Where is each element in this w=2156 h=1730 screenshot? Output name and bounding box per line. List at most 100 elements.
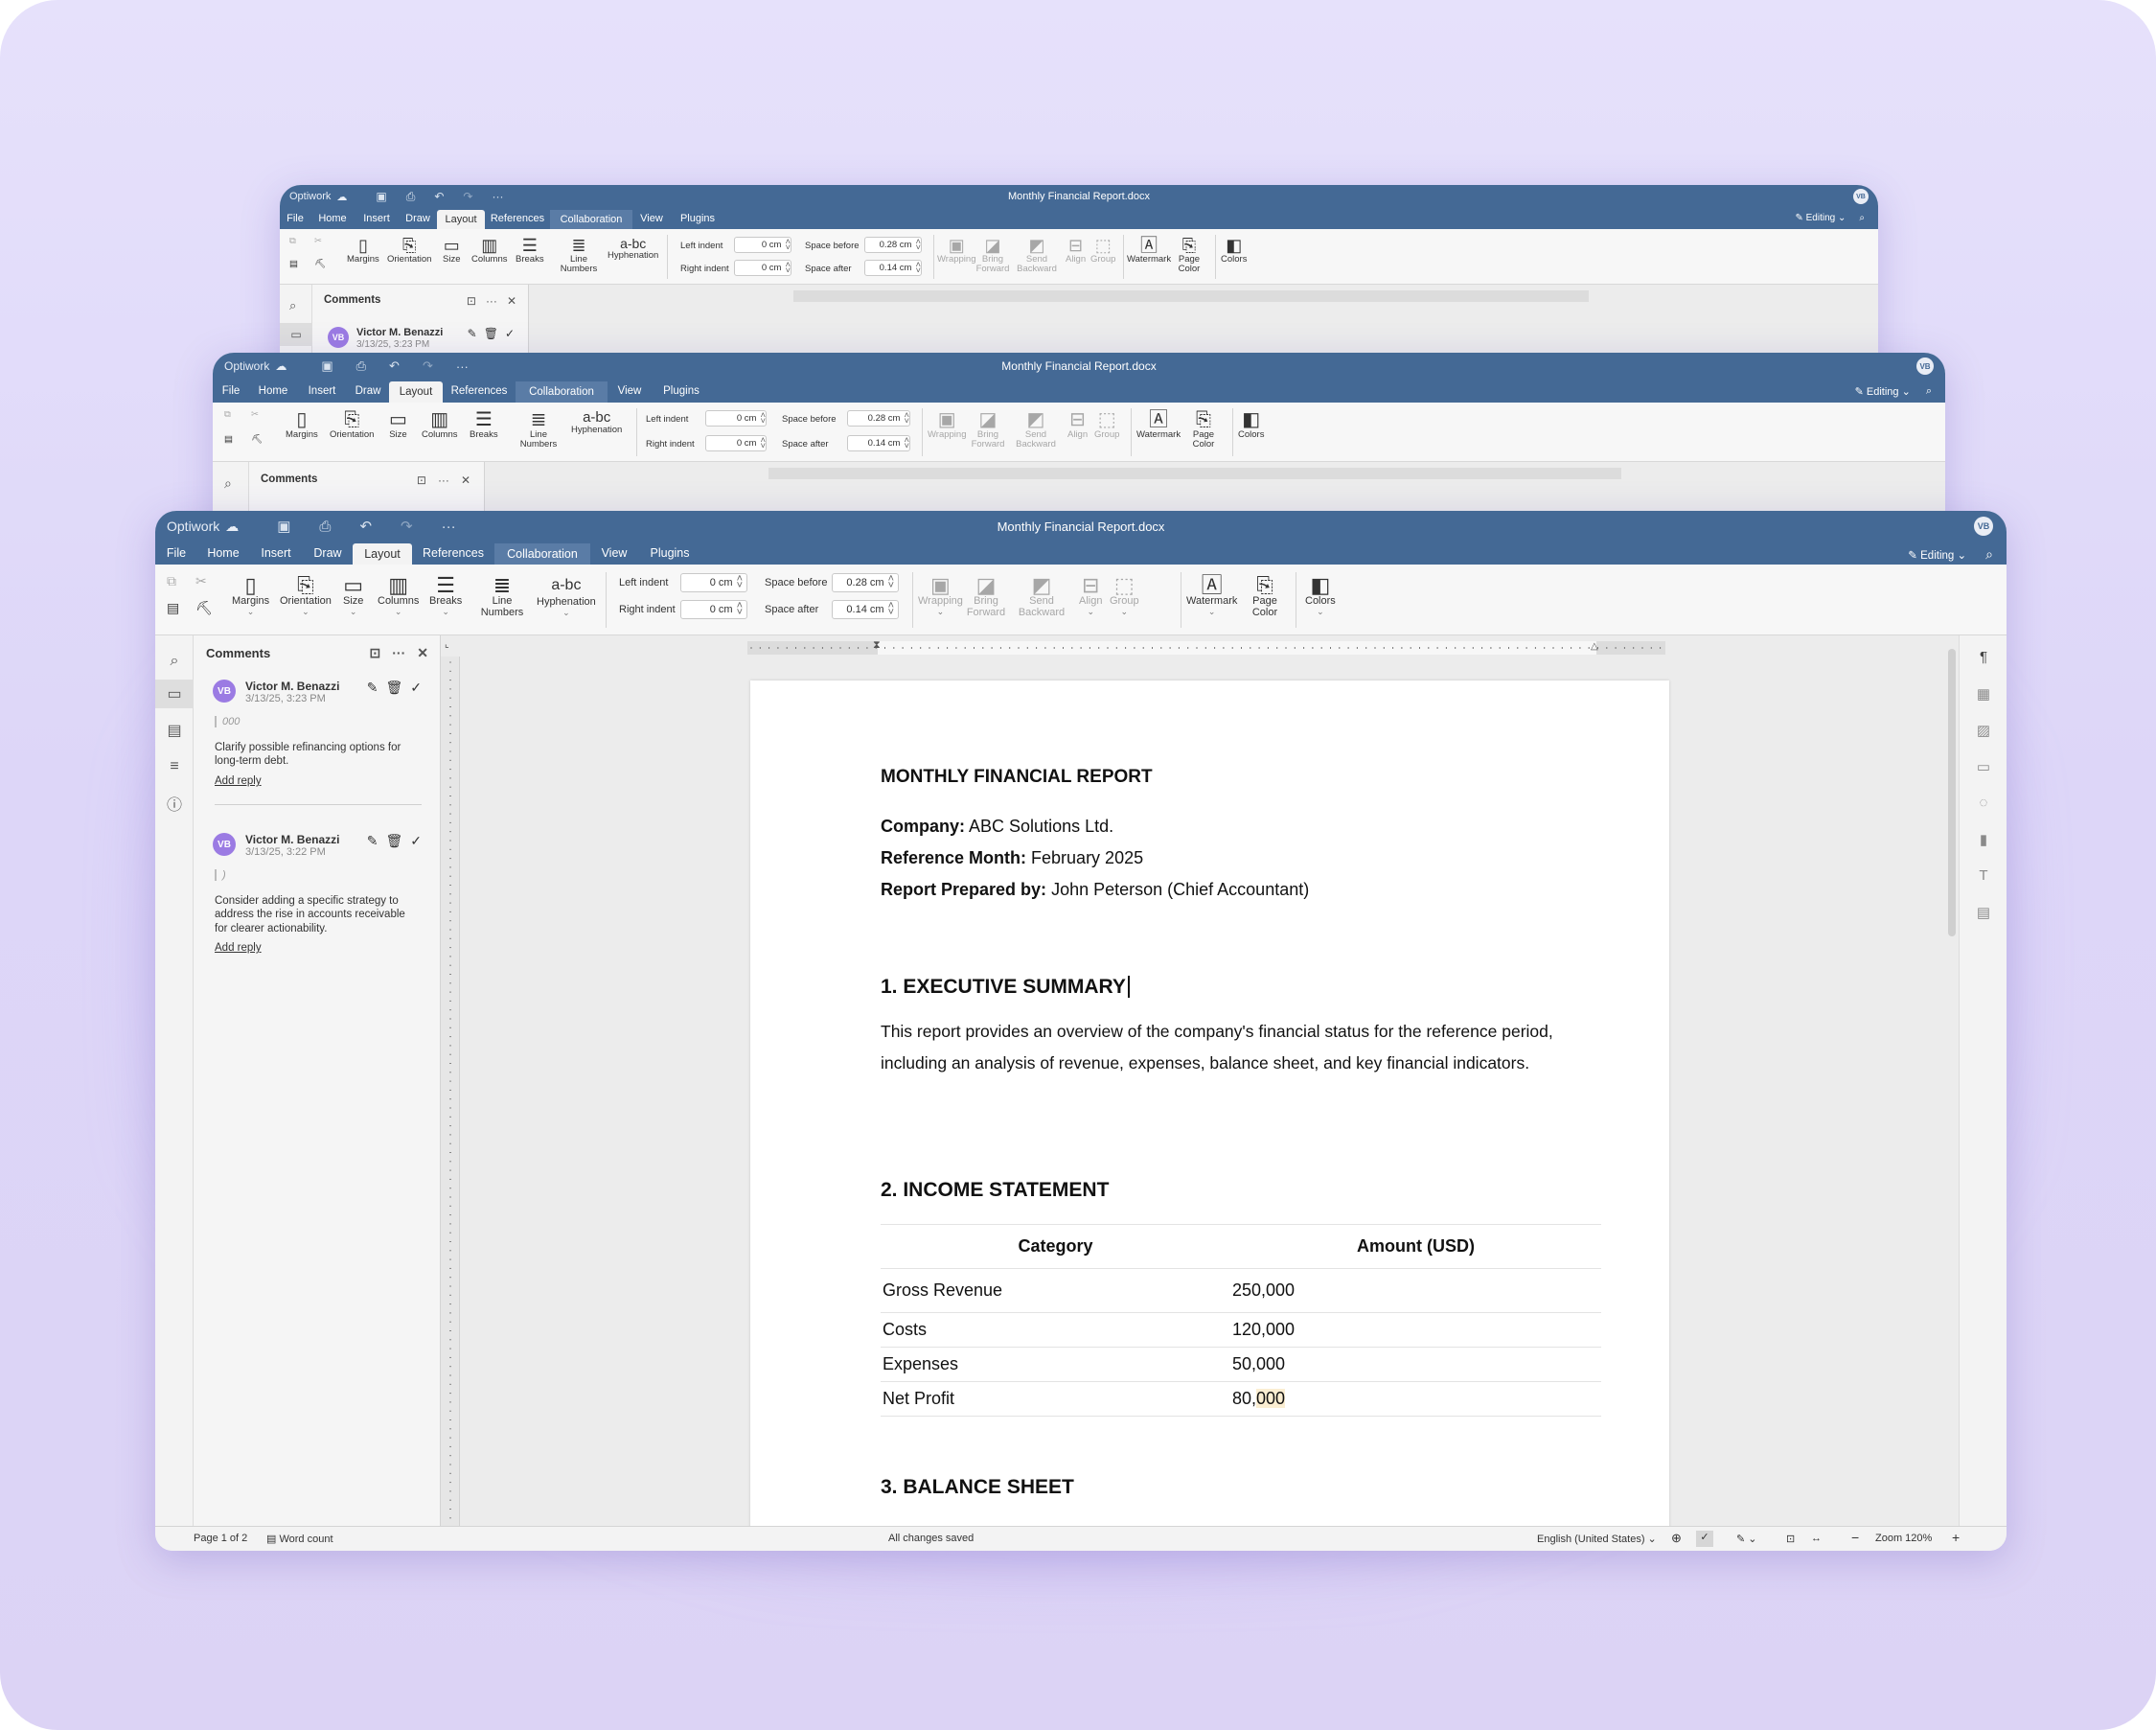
orientation-button[interactable]: ⎘ Orientation ⌄ <box>280 574 332 616</box>
comments-icon[interactable]: ▭ <box>280 323 312 346</box>
search-icon[interactable]: ⌕ <box>289 298 296 313</box>
fit-page-icon[interactable]: ⊡ <box>1786 1533 1795 1545</box>
paste-icon[interactable]: ▤ <box>224 435 233 445</box>
cut-icon[interactable]: ✂ <box>195 574 207 588</box>
watermark-button[interactable]: 🄰 Watermark ⌄ <box>1186 574 1237 616</box>
left-indent-field[interactable]: 0 cm ˄ ˅ <box>680 573 747 592</box>
track-changes-icon[interactable]: ✎ ⌄ <box>1736 1533 1757 1545</box>
menu-file[interactable]: File <box>280 208 310 229</box>
margins-button[interactable]: ▯ Margins <box>347 237 379 265</box>
menu-draw[interactable]: Draw <box>303 542 353 565</box>
menu-insert[interactable]: Insert <box>297 380 347 403</box>
add-comment-icon[interactable]: ⊡ <box>370 645 381 661</box>
line-numbers-button[interactable]: ≣ Line Numbers <box>512 410 565 450</box>
space-before-field[interactable]: 0.28 cm ˄ ˅ <box>832 573 899 592</box>
margins-button[interactable]: ▯ Margins ⌄ <box>232 574 269 616</box>
format-painter-icon[interactable]: ⛏ <box>195 601 213 615</box>
hyphenation-button[interactable]: a-bc Hyphenation <box>608 237 658 261</box>
menu-home[interactable]: Home <box>310 208 355 229</box>
vertical-ruler[interactable] <box>441 657 460 1526</box>
print-icon[interactable]: ⎙ <box>406 190 416 204</box>
menu-view[interactable]: View <box>608 380 652 403</box>
add-reply-link[interactable]: Add reply <box>215 942 262 954</box>
zoom-out-button[interactable]: − <box>1851 1530 1859 1545</box>
menu-layout[interactable]: Layout <box>353 543 412 565</box>
delete-icon[interactable]: 🗑 <box>385 833 402 849</box>
space-before-field[interactable]: 0.28 cm ˄ ˅ <box>847 410 910 427</box>
document-canvas[interactable]: ⌞ ⧗ △ MONTHLY FINANCIAL REPORT Company: … <box>441 635 1959 1526</box>
more-icon[interactable]: ··· <box>492 190 503 203</box>
size-button[interactable]: ▭ Size <box>443 237 460 265</box>
columns-button[interactable]: ▥ Columns <box>422 410 458 440</box>
avatar[interactable]: VB <box>1853 189 1869 204</box>
left-indent-field[interactable]: 0 cm ˄ ˅ <box>705 410 767 427</box>
word-count-button[interactable]: ▤ Word count <box>266 1533 333 1545</box>
menu-file[interactable]: File <box>213 380 249 403</box>
format-painter-icon[interactable]: ⛏ <box>251 435 263 445</box>
language-selector[interactable]: English (United States) ⌄ <box>1537 1533 1657 1545</box>
menu-draw[interactable]: Draw <box>399 208 437 229</box>
paragraph-icon[interactable]: ¶ <box>1960 649 2007 665</box>
breaks-button[interactable]: ☰ Breaks <box>470 410 498 440</box>
fit-width-icon[interactable]: ↔ <box>1811 1533 1822 1544</box>
navigation-icon[interactable]: ≡ <box>155 752 194 781</box>
menu-plugins[interactable]: Plugins <box>638 542 701 565</box>
horizontal-ruler[interactable]: ⧗ △ <box>747 639 1665 655</box>
close-icon[interactable]: ✕ <box>461 473 470 487</box>
cut-icon[interactable]: ✂ <box>251 410 259 420</box>
right-indent-field[interactable]: 0 cm ˄ ˅ <box>680 600 747 619</box>
signature-icon[interactable]: ▤ <box>1960 904 2007 921</box>
close-icon[interactable]: ✕ <box>417 645 428 661</box>
print-icon[interactable]: ⎙ <box>356 358 366 374</box>
page-color-button[interactable]: ⎘ Page Color <box>1186 410 1221 450</box>
menu-view[interactable]: View <box>632 208 671 229</box>
menu-view[interactable]: View <box>590 542 638 565</box>
undo-icon[interactable]: ↶ <box>359 518 372 535</box>
comment-card[interactable]: VB Victor M. Benazzi 3/13/25, 3:23 PM ✎ … <box>194 670 441 814</box>
editing-mode[interactable]: ✎ Editing ⌄ <box>1795 213 1846 223</box>
more-icon[interactable]: ··· <box>392 645 405 661</box>
editing-mode[interactable]: ✎ Editing ⌄ <box>1908 548 1966 562</box>
size-button[interactable]: ▭ Size ⌄ <box>343 574 363 616</box>
table-icon[interactable]: ▦ <box>1960 685 2007 703</box>
menu-collaboration[interactable]: Collaboration <box>494 543 590 565</box>
menu-home[interactable]: Home <box>249 380 297 403</box>
right-indent-marker-icon[interactable]: △ <box>1591 641 1598 652</box>
document-page[interactable]: MONTHLY FINANCIAL REPORT Company: ABC So… <box>750 680 1669 1526</box>
more-icon[interactable]: ··· <box>456 359 469 374</box>
undo-icon[interactable]: ↶ <box>434 190 444 203</box>
comment-card[interactable]: VB Victor M. Benazzi 3/13/25, 3:22 PM ✎ … <box>194 823 441 967</box>
watermark-button[interactable]: 🄰 Watermark <box>1127 237 1171 265</box>
line-numbers-button[interactable]: ≣ Line Numbers <box>554 237 604 274</box>
resolve-icon[interactable]: ✓ <box>410 833 422 849</box>
chart-icon[interactable]: ▮ <box>1960 831 2007 848</box>
breaks-button[interactable]: ☰ Breaks <box>516 237 544 265</box>
add-comment-icon[interactable]: ⊡ <box>467 294 476 308</box>
menu-references[interactable]: References <box>443 380 516 403</box>
resolve-icon[interactable]: ✓ <box>410 680 422 696</box>
menu-insert[interactable]: Insert <box>249 542 303 565</box>
right-indent-field[interactable]: 0 cm ˄ ˅ <box>705 435 767 451</box>
search-icon[interactable]: ⌕ <box>1985 546 1993 563</box>
orientation-button[interactable]: ⎘ Orientation <box>330 410 374 440</box>
indent-marker-icon[interactable]: ⧗ <box>873 639 881 652</box>
copy-icon[interactable]: ⧉ <box>167 574 176 588</box>
hyphenation-button[interactable]: a-bc Hyphenation <box>571 410 622 435</box>
cut-icon[interactable]: ✂ <box>314 237 322 246</box>
avatar[interactable]: VB <box>1916 358 1934 375</box>
menu-draw[interactable]: Draw <box>347 380 389 403</box>
zoom-level[interactable]: Zoom 120% <box>1875 1533 1932 1544</box>
columns-button[interactable]: ▥ Columns ⌄ <box>378 574 419 616</box>
add-comment-icon[interactable]: ⊡ <box>417 473 426 487</box>
text-art-icon[interactable]: T <box>1960 867 2007 884</box>
watermark-button[interactable]: 🄰 Watermark <box>1136 410 1181 440</box>
zoom-in-button[interactable]: + <box>1952 1530 1960 1545</box>
copy-icon[interactable]: ⧉ <box>224 410 231 420</box>
info-icon[interactable]: ⓘ <box>155 789 194 818</box>
more-icon[interactable]: ··· <box>486 294 497 308</box>
globe-icon[interactable]: ⊕ <box>1671 1531 1682 1546</box>
search-icon[interactable]: ⌕ <box>1926 385 1932 398</box>
orientation-button[interactable]: ⎘ Orientation <box>387 237 431 265</box>
colors-button[interactable]: ◧ Colors <box>1238 410 1264 440</box>
hyphenation-button[interactable]: a-bc Hyphenation ⌄ <box>537 574 596 617</box>
